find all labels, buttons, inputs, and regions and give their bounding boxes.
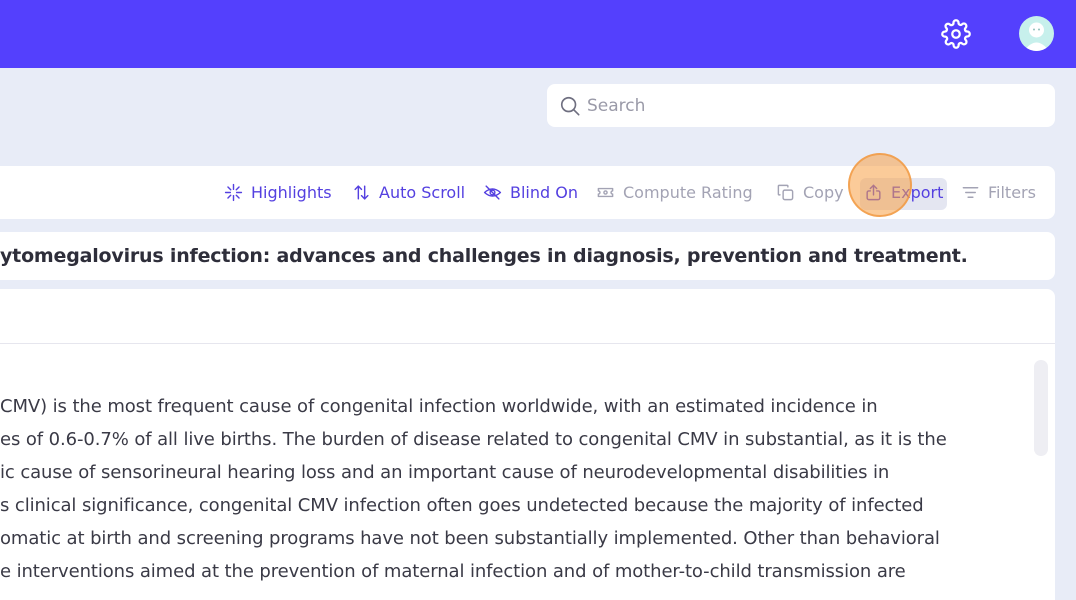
sparkle-icon xyxy=(224,183,243,202)
avatar-icon xyxy=(1024,22,1049,51)
abstract-line: ic cause of sensorineural hearing loss a… xyxy=(0,462,890,483)
blind-on-button[interactable]: Blind On xyxy=(483,166,578,219)
filters-label: Filters xyxy=(988,183,1036,202)
filters-button[interactable]: Filters xyxy=(961,166,1036,219)
highlights-label: Highlights xyxy=(251,183,332,202)
scrollbar-thumb[interactable] xyxy=(1034,360,1048,456)
abstract-line: e interventions aimed at the prevention … xyxy=(0,561,906,582)
abstract-line: es of 0.6-0.7% of all live births. The b… xyxy=(0,429,947,450)
eye-off-icon xyxy=(483,185,502,200)
abstract-line: omatic at birth and screening programs h… xyxy=(0,528,940,549)
auto-scroll-label: Auto Scroll xyxy=(379,183,466,202)
article-title: ytomegalovirus infection: advances and c… xyxy=(0,245,968,267)
auto-scroll-button[interactable]: Auto Scroll xyxy=(352,166,465,219)
ticket-icon xyxy=(597,187,614,198)
search-input[interactable] xyxy=(587,84,1047,127)
search-icon xyxy=(560,96,580,116)
abstract-line: CMV) is the most frequent cause of conge… xyxy=(0,396,878,417)
top-app-bar xyxy=(0,0,1076,68)
user-avatar[interactable] xyxy=(1019,16,1054,51)
blind-on-label: Blind On xyxy=(510,183,578,202)
card-divider xyxy=(0,343,1055,344)
click-indicator xyxy=(848,153,912,217)
filter-lines-icon xyxy=(962,187,979,198)
compute-rating-label: Compute Rating xyxy=(623,183,753,202)
sort-arrows-icon xyxy=(354,185,369,200)
article-title-bar: ytomegalovirus infection: advances and c… xyxy=(0,232,1055,280)
gear-icon[interactable] xyxy=(941,19,971,49)
search-box xyxy=(547,84,1055,127)
abstract-text: CMV) is the most frequent cause of conge… xyxy=(0,390,1020,588)
compute-rating-button[interactable]: Compute Rating xyxy=(596,166,753,219)
copy-icon xyxy=(777,184,794,201)
abstract-line: s clinical significance, congenital CMV … xyxy=(0,495,924,516)
copy-label: Copy xyxy=(803,183,844,202)
copy-button[interactable]: Copy xyxy=(776,166,844,219)
highlights-button[interactable]: Highlights xyxy=(224,166,332,219)
